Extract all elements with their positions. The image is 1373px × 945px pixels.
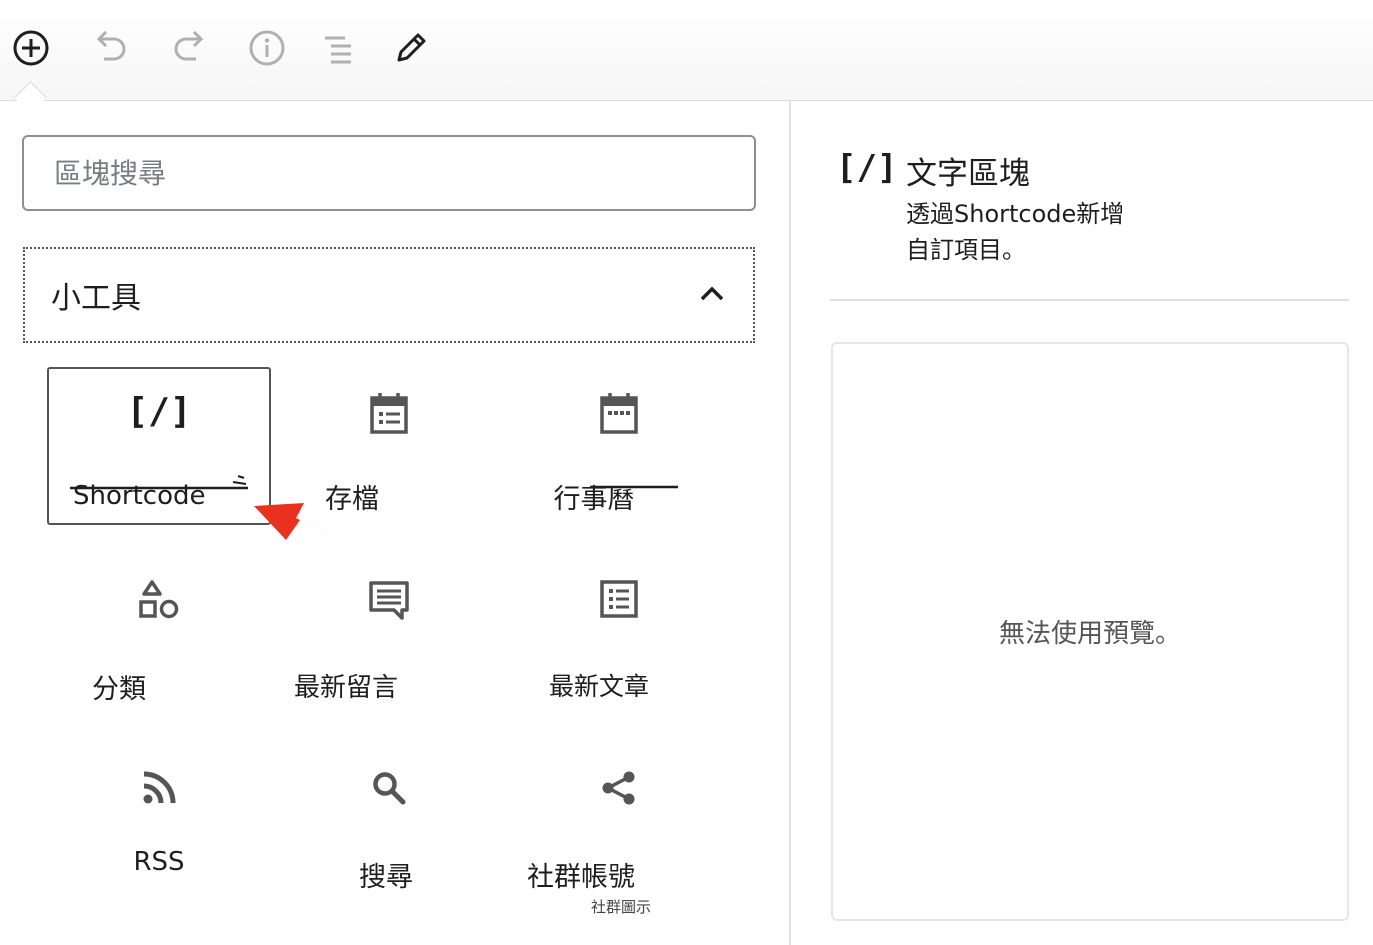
- comment-icon: [369, 581, 409, 620]
- chevron-up-icon: [700, 286, 724, 301]
- search-icon: [373, 772, 406, 805]
- block-rss[interactable]: RSS: [47, 745, 271, 903]
- shortcode-icon: [/]: [126, 391, 192, 432]
- plus-circle-icon: [13, 30, 49, 66]
- preview-description: 透過Shortcode新增自訂項目。: [906, 200, 1125, 264]
- rss-icon: [143, 771, 176, 804]
- info-button[interactable]: [243, 24, 291, 72]
- undo-icon: [96, 31, 126, 61]
- pencil-icon: [397, 33, 426, 62]
- block-label: 最新文章: [548, 672, 649, 701]
- block-label: Shortcode: [73, 481, 206, 511]
- block-label: 行事曆: [553, 484, 635, 515]
- info-icon: [249, 30, 285, 66]
- preview-empty-message: 無法使用預覽。: [998, 619, 1181, 649]
- block-label: 社群帳號: [527, 862, 635, 893]
- widgets-category-toggle[interactable]: 小工具: [23, 247, 755, 343]
- redo-button[interactable]: [166, 24, 214, 72]
- block-label: RSS: [133, 847, 185, 877]
- popover-caret: [14, 81, 47, 114]
- preview-separator: [830, 299, 1349, 301]
- undo-button[interactable]: [86, 24, 134, 72]
- category-title: 小工具: [51, 281, 141, 316]
- block-sublabel: 社群圖示: [591, 898, 652, 916]
- share-icon: [602, 771, 635, 805]
- post-list-icon: [600, 580, 638, 618]
- panel-divider: [789, 100, 791, 945]
- block-label: 分類: [92, 674, 146, 705]
- top-toolbar: [0, 0, 1373, 114]
- block-search[interactable]: 搜尋: [277, 745, 501, 903]
- list-view-icon: [325, 36, 351, 64]
- block-label: 存檔: [325, 484, 379, 515]
- archive-calendar-icon: [370, 393, 408, 434]
- block-label: 搜尋: [359, 862, 413, 893]
- block-latest-posts[interactable]: 最新文章: [507, 555, 731, 713]
- redo-icon: [174, 31, 204, 61]
- edit-button[interactable]: [387, 24, 435, 72]
- block-archives[interactable]: 存檔: [277, 367, 501, 525]
- block-calendar[interactable]: 行事曆: [507, 367, 731, 525]
- add-block-button[interactable]: [7, 24, 55, 72]
- block-social-links[interactable]: 社群帳號: [507, 745, 731, 903]
- block-search-input[interactable]: [22, 135, 756, 211]
- block-label: 最新留言: [293, 673, 398, 703]
- preview-box: 無法使用預覽。: [831, 342, 1349, 921]
- outline-button[interactable]: [315, 24, 363, 72]
- preview-title: 文字區塊: [906, 156, 1030, 192]
- categories-shapes-icon: [139, 580, 179, 619]
- block-shortcode[interactable]: [/] Shortcode: [47, 367, 271, 525]
- block-latest-comments[interactable]: 最新留言: [277, 555, 501, 713]
- preview-block-icon: [/]: [836, 148, 898, 188]
- calendar-icon: [600, 393, 638, 434]
